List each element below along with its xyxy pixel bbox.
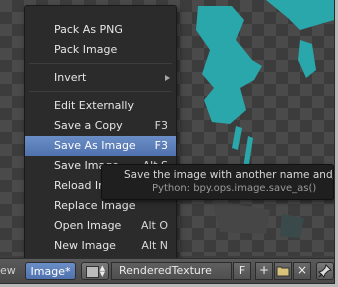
menu-item-edit-externally[interactable]: Edit Externally <box>25 96 176 116</box>
plus-icon: + <box>258 263 270 277</box>
editor-header: ew Image* ▲ ▼ RenderedTexture F + × <box>0 258 334 283</box>
pin-button[interactable] <box>316 262 334 280</box>
menu-item-open-image[interactable]: Open Image Alt O <box>25 216 176 236</box>
shortcut-label: F3 <box>154 139 168 152</box>
tooltip-python-path: Python: bpy.ops.image.save_as() <box>152 183 317 194</box>
unlink-image-button[interactable]: × <box>293 262 311 280</box>
menu-item-invert[interactable]: Invert <box>25 68 176 88</box>
updown-arrows-icon: ▲ ▼ <box>99 264 105 278</box>
tooltip-description: Save the image with another name and/or … <box>124 169 333 181</box>
fake-user-button[interactable]: F <box>233 262 251 280</box>
menu-item-pack-as-png[interactable]: Pack As PNG <box>25 20 176 40</box>
shortcut-label: F3 <box>154 119 168 132</box>
menu-item-pack-image[interactable]: Pack Image <box>25 40 176 60</box>
menu-item-save-as-image[interactable]: Save As Image F3 <box>25 136 176 156</box>
image-menu: Pack As PNG Pack Image Invert Edit Exter… <box>24 5 177 260</box>
view-menu[interactable]: ew <box>0 264 16 277</box>
new-image-button[interactable]: + <box>255 262 273 280</box>
image-name-field[interactable]: RenderedTexture <box>111 262 232 280</box>
folder-icon <box>276 266 290 277</box>
image-editor-window: Pack As PNG Pack Image Invert Edit Exter… <box>0 0 335 284</box>
close-icon: × <box>296 263 308 277</box>
pin-icon <box>318 264 332 278</box>
shortcut-label: Alt O <box>140 219 168 232</box>
submenu-arrow-icon <box>165 75 170 81</box>
tooltip: Save the image with another name and/or … <box>101 164 334 200</box>
menu-separator <box>29 91 172 92</box>
open-image-button[interactable] <box>274 262 292 280</box>
menu-item-new-image[interactable]: New Image Alt N <box>25 236 176 256</box>
shortcut-label: Alt N <box>141 239 168 252</box>
image-browse-button[interactable]: ▲ ▼ <box>81 262 109 280</box>
image-menu-button[interactable]: Image* <box>25 262 76 280</box>
image-icon <box>86 266 99 278</box>
menu-separator <box>29 63 172 64</box>
menu-item-save-a-copy[interactable]: Save a Copy F3 <box>25 116 176 136</box>
